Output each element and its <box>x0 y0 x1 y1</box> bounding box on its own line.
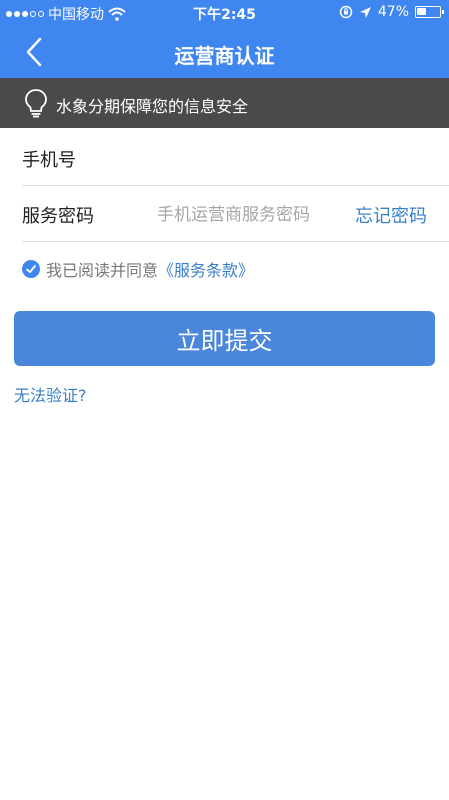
battery-percent: 47% <box>377 4 409 20</box>
header: 中国移动 下午2:45 47% 运营商认证 <box>0 0 449 78</box>
forgot-password-link[interactable]: 忘记密码 <box>355 202 427 228</box>
security-notice: 水象分期保障您的信息安全 <box>0 78 449 128</box>
terms-link[interactable]: 《服务条款》 <box>158 257 254 281</box>
battery-fill <box>417 8 426 15</box>
check-icon <box>26 265 36 273</box>
security-notice-text: 水象分期保障您的信息安全 <box>56 97 249 116</box>
status-right: 47% <box>339 4 444 20</box>
password-label: 服务密码 <box>22 206 94 227</box>
submit-button[interactable]: 立即提交 <box>14 311 435 366</box>
cannot-verify-link[interactable]: 无法验证? <box>14 382 87 406</box>
location-arrow-icon <box>359 6 371 18</box>
orientation-lock-icon <box>339 5 353 19</box>
phone-input[interactable] <box>155 142 429 176</box>
password-row: 服务密码 忘记密码 <box>0 186 449 242</box>
agreement-row: 我已阅读并同意 《服务条款》 <box>22 257 254 281</box>
phone-label: 手机号 <box>22 150 76 171</box>
service-password-input[interactable] <box>155 198 339 232</box>
agreement-checkbox[interactable] <box>22 260 40 278</box>
lightbulb-icon <box>25 89 47 118</box>
battery-icon <box>415 6 444 18</box>
divider <box>22 241 449 242</box>
phone-row: 手机号 <box>0 130 449 186</box>
status-bar: 中国移动 下午2:45 47% <box>0 0 449 26</box>
nav-bar: 运营商认证 <box>0 26 449 78</box>
agreement-text: 我已阅读并同意 <box>46 261 159 280</box>
page-title: 运营商认证 <box>174 44 275 68</box>
